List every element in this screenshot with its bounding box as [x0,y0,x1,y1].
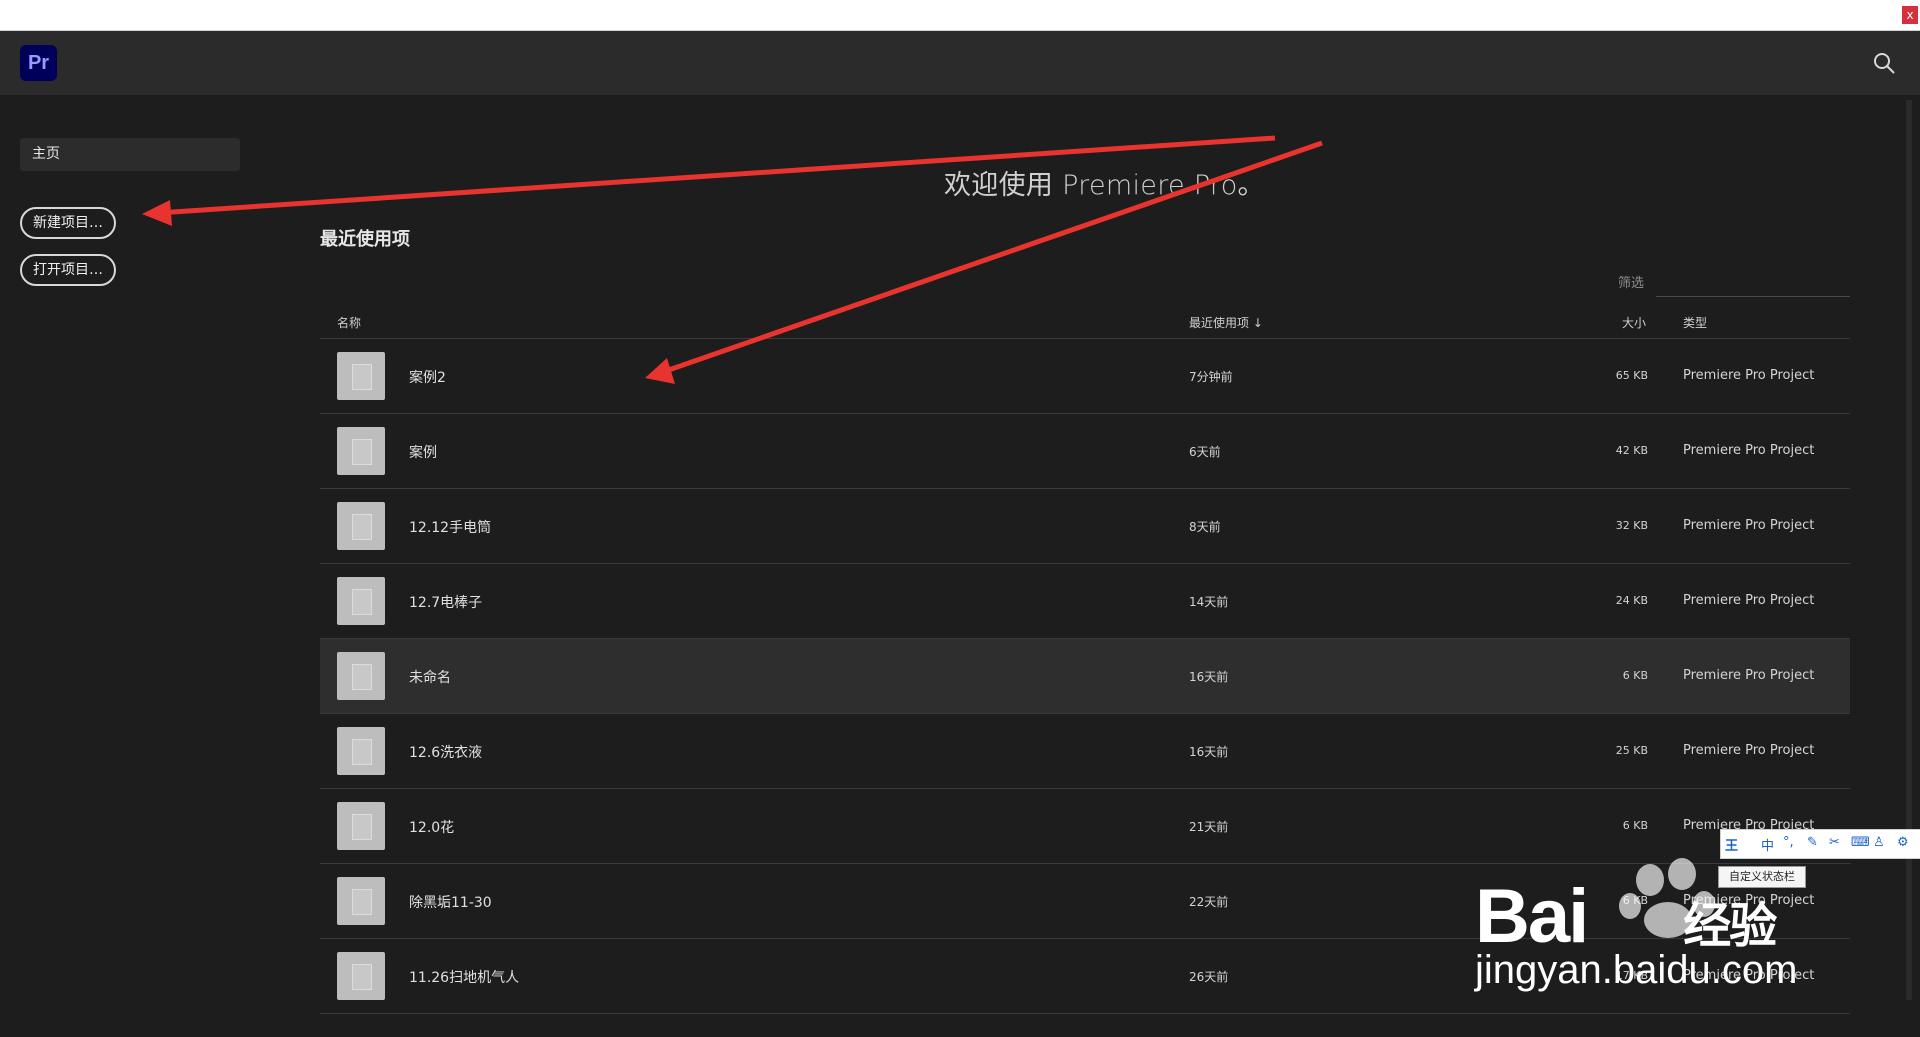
watermark-text-1: Bai 经验 [1475,874,1777,959]
ime-keyboard-icon[interactable]: ⌨ [1851,835,1870,850]
ime-gear-icon[interactable]: ⚙ [1897,835,1909,850]
ime-scissors-icon[interactable]: ✂ [1829,835,1840,850]
arrow-head-down [645,358,675,384]
arrow-to-new-project [157,135,1276,216]
watermark-text-2: jingyan.baidu.com [1475,948,1798,992]
arrow-to-first-row [659,140,1323,376]
arrow-head-left [142,200,172,226]
ime-shirt-icon[interactable]: ♙ [1873,835,1885,850]
